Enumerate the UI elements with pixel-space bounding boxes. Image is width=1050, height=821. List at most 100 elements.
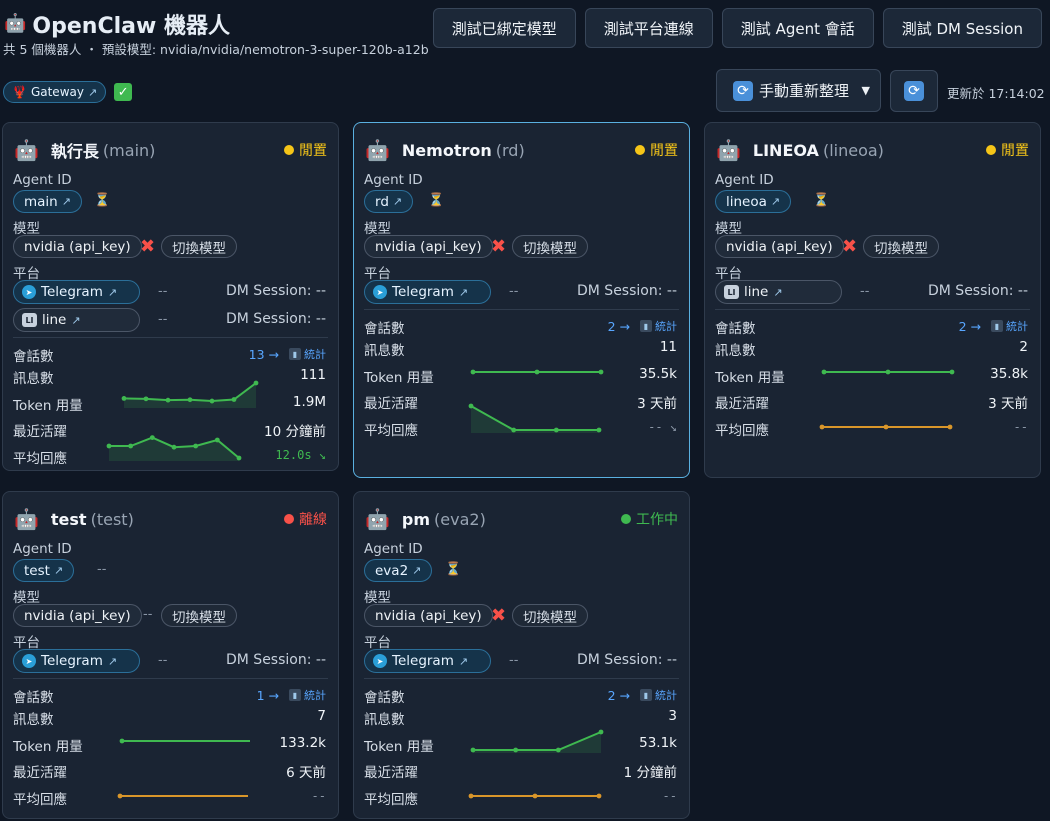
updated-time: 更新於 17:14:02 [947,86,1045,101]
last-active-label: 最近活躍 [364,765,418,781]
sparkline [468,793,602,799]
token-usage-value: 1.9M [292,394,326,410]
platform-status: -- [158,284,168,299]
platform-telegram-link[interactable]: ➤ Telegram ↗ [364,649,491,673]
error-cross-icon: ✖ [140,236,156,257]
sessions-count-link[interactable]: 2 → [608,688,630,703]
status-badge: 工作中 [621,509,678,529]
external-link-icon: ↗ [107,654,118,668]
agent-id-label: Agent ID [364,172,423,188]
platform-name: line [744,284,769,300]
stats-link-text: 統計 [655,689,677,702]
sessions-count-link[interactable]: 2 → [608,319,630,334]
error-cross-icon: ✖ [491,605,507,626]
agent-id-link[interactable]: test ↗ [13,559,75,582]
platform-line-link[interactable]: LI line ↗ [13,308,140,332]
model-badge: nvidia (api_key) [715,235,844,258]
bot-id-text: eva2 [440,509,480,529]
agent-id-link[interactable]: eva2 ↗ [364,559,433,582]
agent-id-link[interactable]: main ↗ [13,190,82,213]
sparkline-point [949,369,955,375]
platform-status: -- [158,653,168,668]
page-subtitle: 共 5 個機器人 ・ 預設模型: nvidia/nvidia/nemotron-… [3,42,429,57]
status-dot [635,145,645,155]
external-link-icon: ↗ [107,285,118,299]
bot-card-eva2[interactable]: 🤖 pm (eva2) 工作中 Agent ID eva2 ↗ ⏳ 模型 nvidia (api_… [353,491,690,819]
bot-card-main[interactable]: 🤖 執行長 (main) 閒置 Agent ID main ↗ ⏳ 模型 nvidia (api_… [2,122,339,471]
bot-id-text: lineoa [829,140,878,160]
agent-id-label: Agent ID [13,172,72,188]
gateway-label: Gateway [30,85,84,99]
robot-icon: 🤖 [14,138,39,162]
status-text: 閒置 [299,143,327,159]
test-agent-session-button[interactable]: 測試 Agent 會話 [721,8,874,48]
token-usage-label: Token 用量 [13,739,83,755]
switch-model-button[interactable]: 切換模型 [512,235,588,258]
sessions-count-link[interactable]: 2 → [959,319,981,334]
platform-telegram-link[interactable]: ➤ Telegram ↗ [364,280,491,304]
status-text: 工作中 [636,512,678,528]
platform-telegram-link[interactable]: ➤ Telegram ↗ [13,280,140,304]
bar-chart-icon: ▮ [289,348,301,360]
sparkline [106,435,242,461]
sessions-label: 會話數 [364,321,405,337]
hourglass-icon: ⏳ [813,193,830,208]
bot-card-header: 🤖 LINEOA (lineoa) 閒置 [716,137,1029,163]
stats-link[interactable]: ▮ 統計 [640,687,677,703]
test-platform-button[interactable]: 測試平台連線 [584,8,713,48]
avg-response-label: 平均回應 [13,792,67,808]
bot-card-test[interactable]: 🤖 test (test) 離線 Agent ID test ↗ -- 模型 nvidia (ap… [2,491,339,819]
platform-name: Telegram [41,653,103,669]
error-cross-icon: ✖ [491,236,507,257]
platform-status: -- [158,312,168,327]
agent-id-link[interactable]: rd ↗ [364,190,414,213]
stats-link[interactable]: ▮ 統計 [289,346,326,362]
token-sparkline [470,729,604,757]
sparkline-point [821,369,827,375]
bot-name: Nemotron [401,140,492,160]
bot-card-lineoa[interactable]: 🤖 LINEOA (lineoa) 閒置 Agent ID lineoa ↗ ⏳ 模型 nvidi… [704,122,1041,478]
refresh-button[interactable]: ⟳ [890,70,938,112]
sparkline-point [193,443,199,449]
messages-label: 訊息數 [364,343,405,359]
sessions-count-link[interactable]: 13 → [249,347,279,362]
bar-chart-icon: ▮ [640,320,652,332]
hourglass-icon: ⏳ [428,193,445,208]
avg-response-value: -- ↘ [648,420,677,434]
bot-id-label: (eva2) [434,509,486,529]
switch-model-button[interactable]: 切換模型 [161,604,237,627]
platform-line-link[interactable]: LI line ↗ [715,280,842,304]
refresh-mode-select[interactable]: ⟳ 手動重新整理 ▼ [716,69,881,112]
switch-model-button[interactable]: 切換模型 [161,235,237,258]
bot-card-header: 🤖 pm (eva2) 工作中 [365,506,678,532]
robot-icon: 🤖 [365,507,390,531]
messages-value: 111 [300,367,326,383]
telegram-icon: ➤ [22,285,36,299]
last-active-value: 10 分鐘前 [264,424,326,440]
robot-icon: 🤖 [4,13,27,34]
token-usage-label: Token 用量 [364,739,434,755]
sparkline-point [117,793,123,799]
messages-label: 訊息數 [715,343,756,359]
sparkline-point [470,369,476,375]
bot-card-rd[interactable]: 🤖 Nemotron (rd) 閒置 Agent ID rd ↗ ⏳ 模型 nvidia (api… [353,122,690,478]
gateway-link[interactable]: 🦞 Gateway ↗ [3,81,107,103]
refresh-icon: ⟳ [904,81,924,101]
test-dm-session-button[interactable]: 測試 DM Session [882,8,1042,48]
stats-link[interactable]: ▮ 統計 [640,318,677,334]
token-usage-value: 35.5k [639,366,677,382]
chevron-down-icon: ▼ [861,84,870,97]
test-bound-model-button[interactable]: 測試已綁定模型 [432,8,576,48]
bot-id-label: (test) [90,509,134,529]
sparkline-point [819,424,825,430]
stats-link[interactable]: ▮ 統計 [289,687,326,703]
agent-id-link[interactable]: lineoa ↗ [715,190,792,213]
switch-model-button[interactable]: 切換模型 [512,604,588,627]
external-link-icon: ↗ [87,85,98,99]
switch-model-button[interactable]: 切換模型 [863,235,939,258]
dm-session-status: DM Session: -- [928,283,1028,299]
stats-link[interactable]: ▮ 統計 [991,318,1028,334]
platform-telegram-link[interactable]: ➤ Telegram ↗ [13,649,140,673]
divider [364,309,679,310]
sessions-count-link[interactable]: 1 → [257,688,279,703]
